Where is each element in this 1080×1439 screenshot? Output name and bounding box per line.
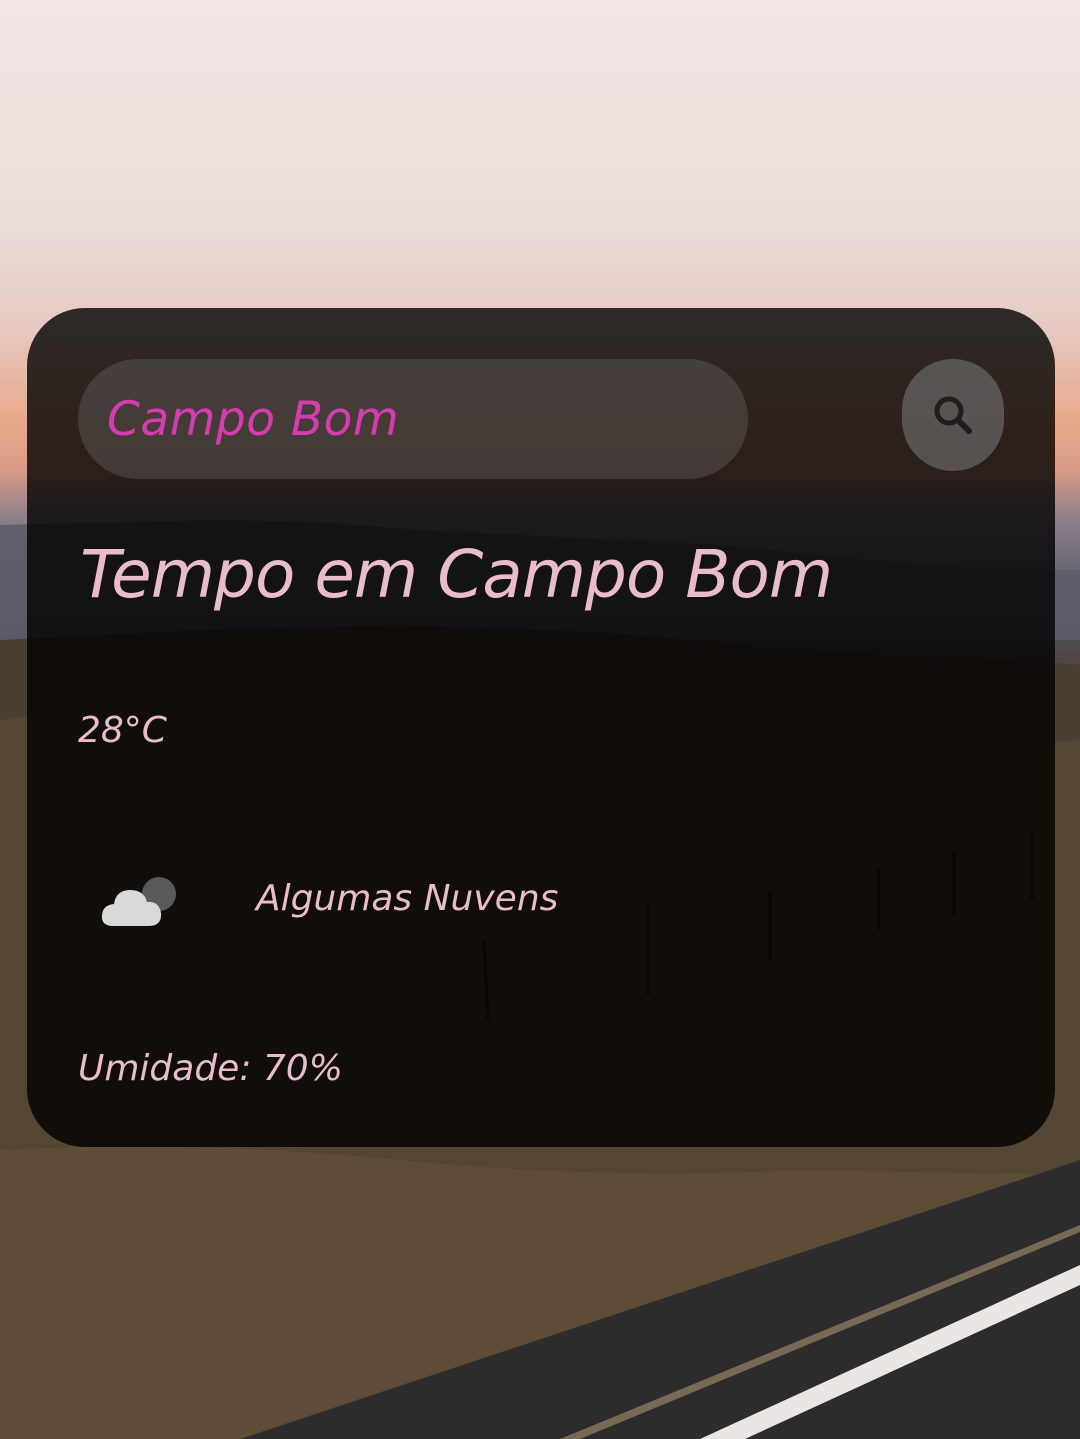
city-title: Tempo em Campo Bom [80,536,833,613]
weather-card: Tempo em Campo Bom 28°C Algumas Nuvens U… [27,308,1055,1147]
weather-description: Algumas Nuvens [256,878,559,919]
temperature-value: 28°C [78,710,167,751]
search-icon [934,396,972,434]
humidity-value: Umidade: 70% [78,1048,343,1089]
search-button[interactable] [902,359,1004,471]
partly-cloudy-icon [101,877,176,926]
search-box [78,359,748,479]
search-input[interactable] [105,390,729,448]
